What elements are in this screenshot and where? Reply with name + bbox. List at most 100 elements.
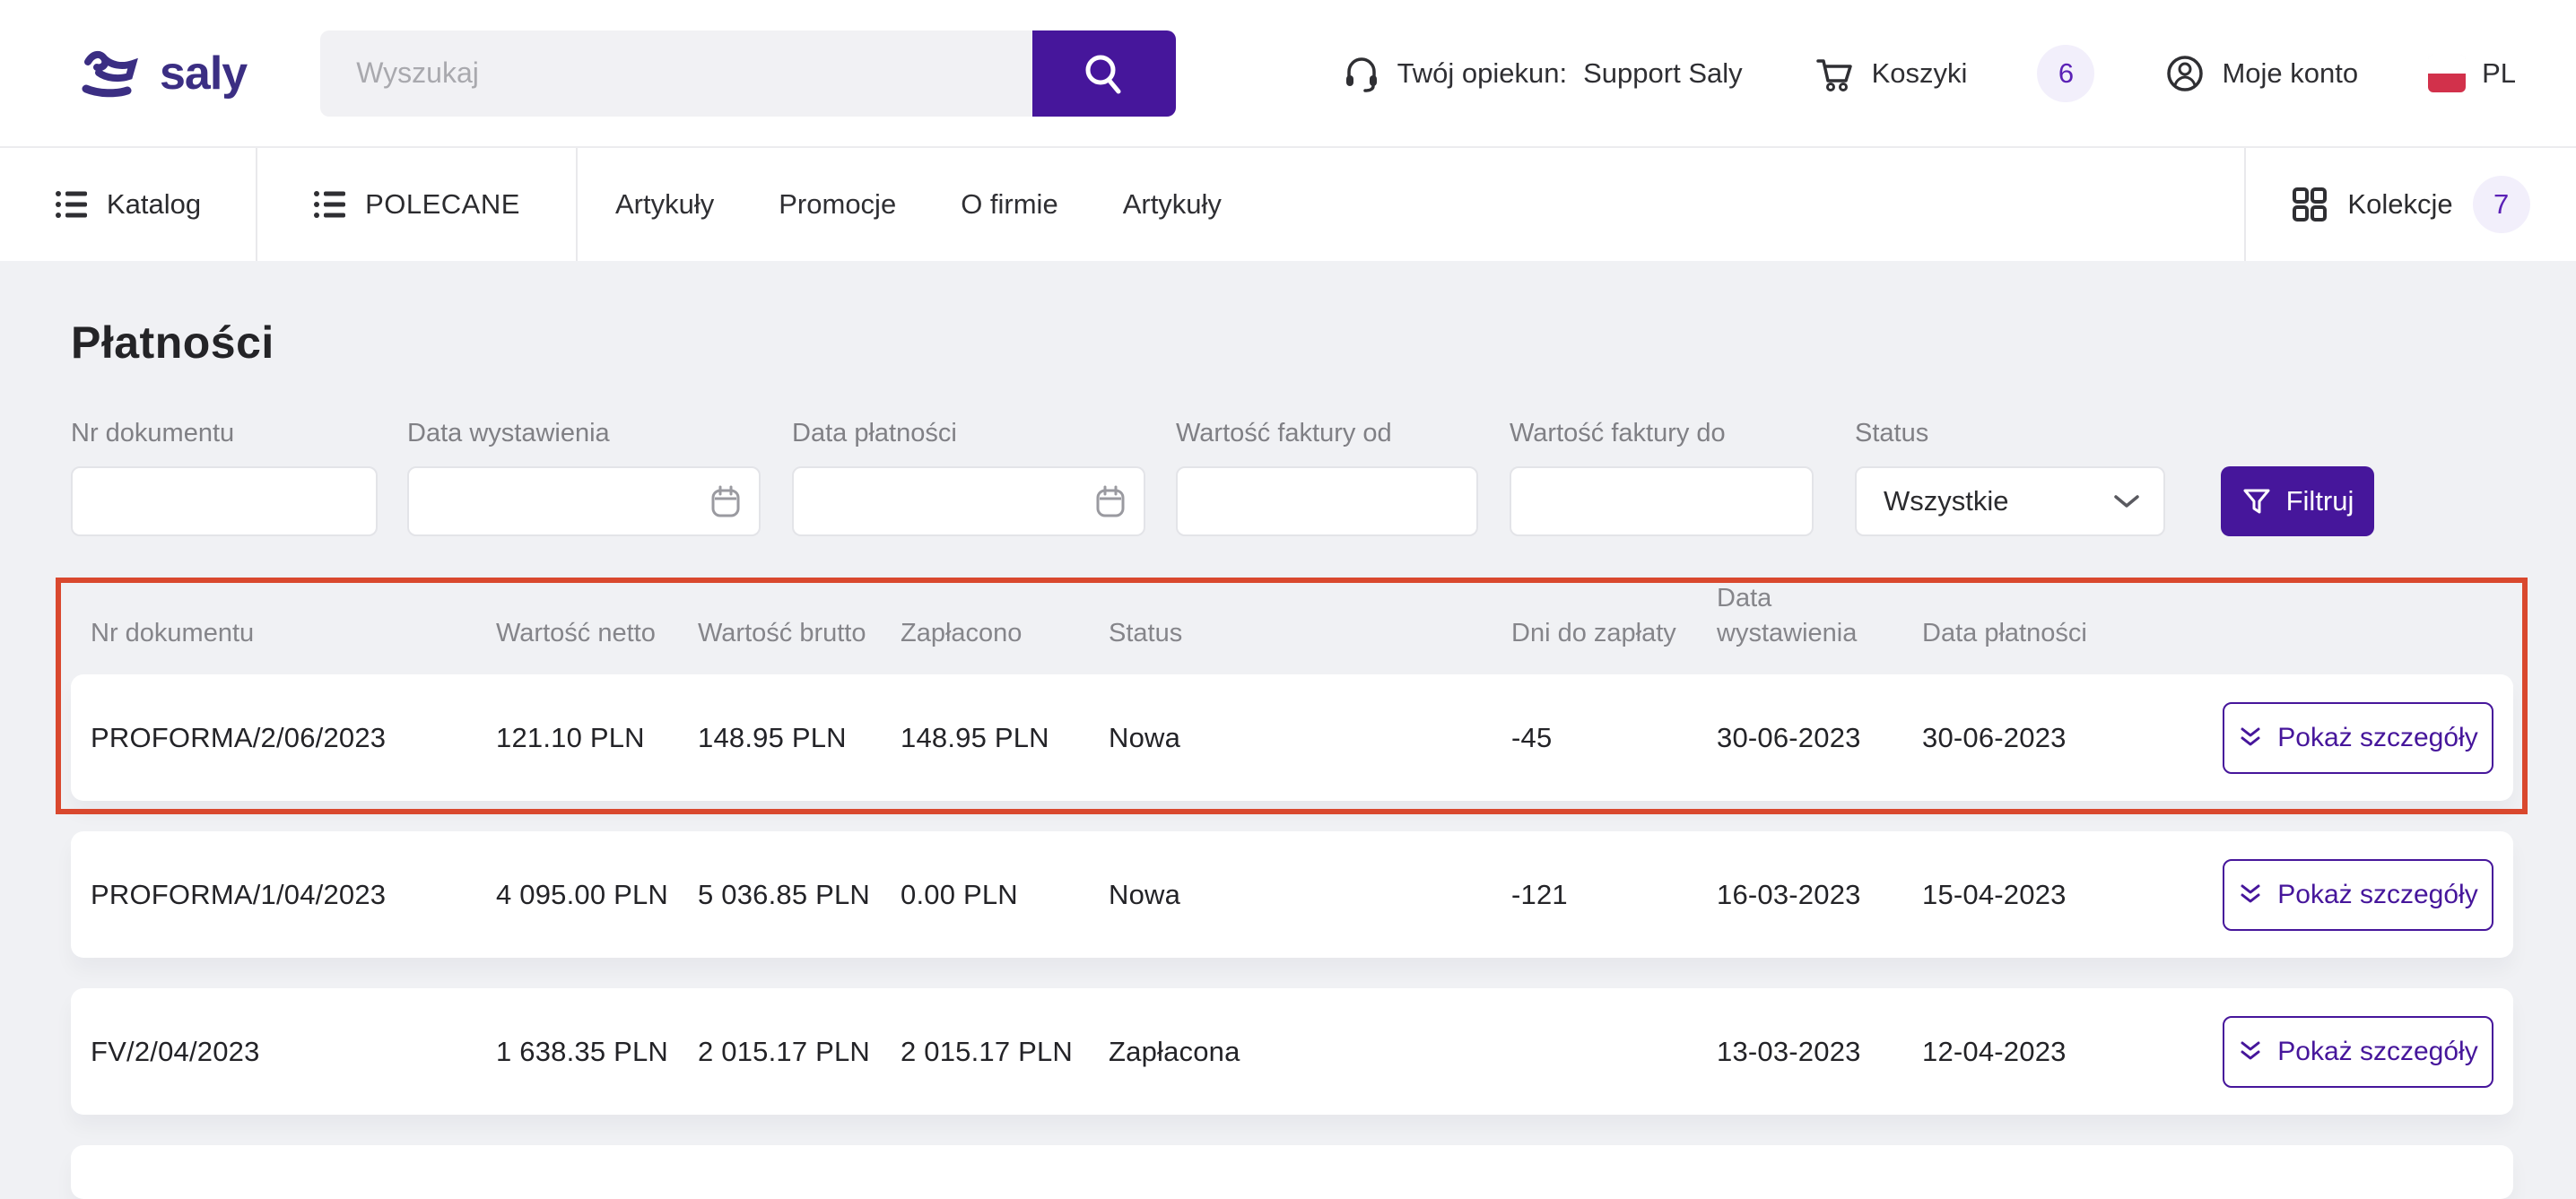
- filter-issue-date-label: Data wystawienia: [407, 419, 761, 448]
- nav-featured-label: POLECANE: [365, 188, 520, 221]
- cell-paid: 148.95 PLN: [901, 722, 1109, 754]
- show-details-label: Pokaż szczegóły: [2277, 880, 2477, 910]
- nav-link-artykuly-1[interactable]: Artykuły: [615, 188, 714, 221]
- account-link[interactable]: Moje konto: [2164, 53, 2358, 94]
- payments-page: Płatności Nr dokumentu Data wystawienia: [0, 261, 2576, 1199]
- logo-cart-icon: [81, 46, 151, 101]
- filters-bar: Nr dokumentu Data wystawienia Data płatn…: [71, 419, 2513, 536]
- cell-status: Nowa: [1109, 879, 1511, 911]
- nav-link-promocje[interactable]: Promocje: [779, 188, 896, 221]
- col-due: Data płatności: [1922, 616, 2223, 651]
- carts-link[interactable]: Koszyki: [1813, 52, 1968, 95]
- show-details-button[interactable]: Pokaż szczegóły: [2223, 702, 2493, 774]
- pay-date-input[interactable]: [792, 466, 1145, 536]
- account-label: Moje konto: [2222, 57, 2358, 90]
- cell-brutto: 148.95 PLN: [698, 722, 901, 754]
- list-icon: [55, 189, 89, 220]
- cell-netto: 121.10 PLN: [496, 722, 698, 754]
- cell-status: Zapłacona: [1109, 1036, 1511, 1068]
- table-row-partial: [71, 1145, 2513, 1199]
- search-button[interactable]: [1032, 30, 1176, 117]
- status-select-value: Wszystkie: [1884, 485, 2009, 517]
- col-days: Dni do zapłaty: [1511, 616, 1717, 651]
- issue-date-input[interactable]: [407, 466, 761, 536]
- table-row: PROFORMA/2/06/2023 121.10 PLN 148.95 PLN…: [71, 674, 2513, 801]
- col-issued: Data wystawienia: [1717, 581, 1869, 651]
- cell-issued: 13-03-2023: [1717, 1036, 1922, 1068]
- page-title: Płatności: [71, 261, 2513, 369]
- col-netto: Wartość netto: [496, 616, 698, 651]
- main-nav: Katalog POLECANE Artykuły Promocje O fir…: [0, 146, 2576, 261]
- show-details-button[interactable]: Pokaż szczegóły: [2223, 1016, 2493, 1088]
- logo-text: saly: [160, 47, 247, 100]
- poland-flag-icon: [2428, 55, 2466, 92]
- language-label: PL: [2482, 57, 2516, 90]
- cell-days: -45: [1511, 722, 1717, 754]
- filter-value-to: Wartość faktury do: [1510, 419, 1814, 536]
- chevron-down-icon: [2113, 493, 2140, 509]
- col-brutto: Wartość brutto: [698, 616, 901, 651]
- cart-icon: [1813, 52, 1856, 95]
- cell-issued: 30-06-2023: [1717, 722, 1922, 754]
- cell-issued: 16-03-2023: [1717, 879, 1922, 911]
- filter-value-to-label: Wartość faktury do: [1510, 419, 1814, 448]
- top-header: saly Twój opiekun: Suppo: [0, 0, 2576, 146]
- payments-table: Nr dokumentu Wartość netto Wartość brutt…: [71, 578, 2513, 1199]
- filter-value-from: Wartość faktury od: [1176, 419, 1478, 536]
- collections-count-badge: 7: [2473, 176, 2530, 233]
- search-icon: [1081, 50, 1127, 97]
- nav-links: Artykuły Promocje O firmie Artykuły: [578, 148, 2244, 261]
- filter-issue-date: Data wystawienia: [407, 419, 761, 536]
- nav-link-artykuly-2[interactable]: Artykuły: [1123, 188, 1222, 221]
- double-chevron-down-icon: [2238, 882, 2263, 908]
- list-icon: [313, 189, 347, 220]
- col-doc: Nr dokumentu: [91, 616, 496, 651]
- cell-paid: 0.00 PLN: [901, 879, 1109, 911]
- language-switcher[interactable]: PL: [2428, 55, 2516, 92]
- grid-icon: [2292, 187, 2328, 222]
- nav-collections-label: Kolekcje: [2347, 188, 2452, 221]
- headset-icon: [1342, 54, 1381, 93]
- doc-number-input[interactable]: [71, 466, 378, 536]
- cell-days: -121: [1511, 879, 1717, 911]
- cell-doc: PROFORMA/1/04/2023: [91, 879, 496, 911]
- cell-brutto: 2 015.17 PLN: [698, 1036, 901, 1068]
- value-from-input[interactable]: [1176, 466, 1478, 536]
- cell-due: 15-04-2023: [1922, 879, 2223, 911]
- filter-value-from-label: Wartość faktury od: [1176, 419, 1478, 448]
- cell-brutto: 5 036.85 PLN: [698, 879, 901, 911]
- filter-status-label: Status: [1855, 419, 2165, 448]
- show-details-button[interactable]: Pokaż szczegóły: [2223, 859, 2493, 931]
- filter-button[interactable]: Filtruj: [2221, 466, 2374, 536]
- filter-status: Status Wszystkie: [1855, 419, 2165, 536]
- status-select[interactable]: Wszystkie: [1855, 466, 2165, 536]
- nav-catalog-label: Katalog: [107, 188, 201, 221]
- cell-doc: PROFORMA/2/06/2023: [91, 722, 496, 754]
- logo[interactable]: saly: [81, 46, 247, 101]
- nav-collections[interactable]: Kolekcje 7: [2246, 148, 2576, 261]
- cell-netto: 1 638.35 PLN: [496, 1036, 698, 1068]
- col-paid: Zapłacono: [901, 616, 1109, 651]
- funnel-icon: [2241, 486, 2272, 517]
- nav-catalog[interactable]: Katalog: [0, 148, 256, 261]
- value-to-input[interactable]: [1510, 466, 1814, 536]
- filter-doc-number-label: Nr dokumentu: [71, 419, 378, 448]
- nav-link-o-firmie[interactable]: O firmie: [961, 188, 1058, 221]
- support-value: Support Saly: [1583, 57, 1743, 90]
- filter-pay-date-label: Data płatności: [792, 419, 1145, 448]
- support-contact[interactable]: Twój opiekun: Support Saly: [1342, 54, 1743, 93]
- filter-pay-date: Data płatności: [792, 419, 1145, 536]
- table-row: PROFORMA/1/04/2023 4 095.00 PLN 5 036.85…: [71, 831, 2513, 958]
- double-chevron-down-icon: [2238, 1038, 2263, 1065]
- filter-doc-number: Nr dokumentu: [71, 419, 378, 536]
- search-input[interactable]: [320, 30, 1032, 117]
- search-bar: [320, 30, 1176, 117]
- nav-featured[interactable]: POLECANE: [257, 148, 576, 261]
- carts-label: Koszyki: [1872, 57, 1968, 90]
- support-label: Twój opiekun:: [1397, 57, 1568, 90]
- show-details-label: Pokaż szczegóły: [2277, 1037, 2477, 1067]
- cell-status: Nowa: [1109, 722, 1511, 754]
- double-chevron-down-icon: [2238, 725, 2263, 752]
- col-status: Status: [1109, 616, 1511, 651]
- cell-doc: FV/2/04/2023: [91, 1036, 496, 1068]
